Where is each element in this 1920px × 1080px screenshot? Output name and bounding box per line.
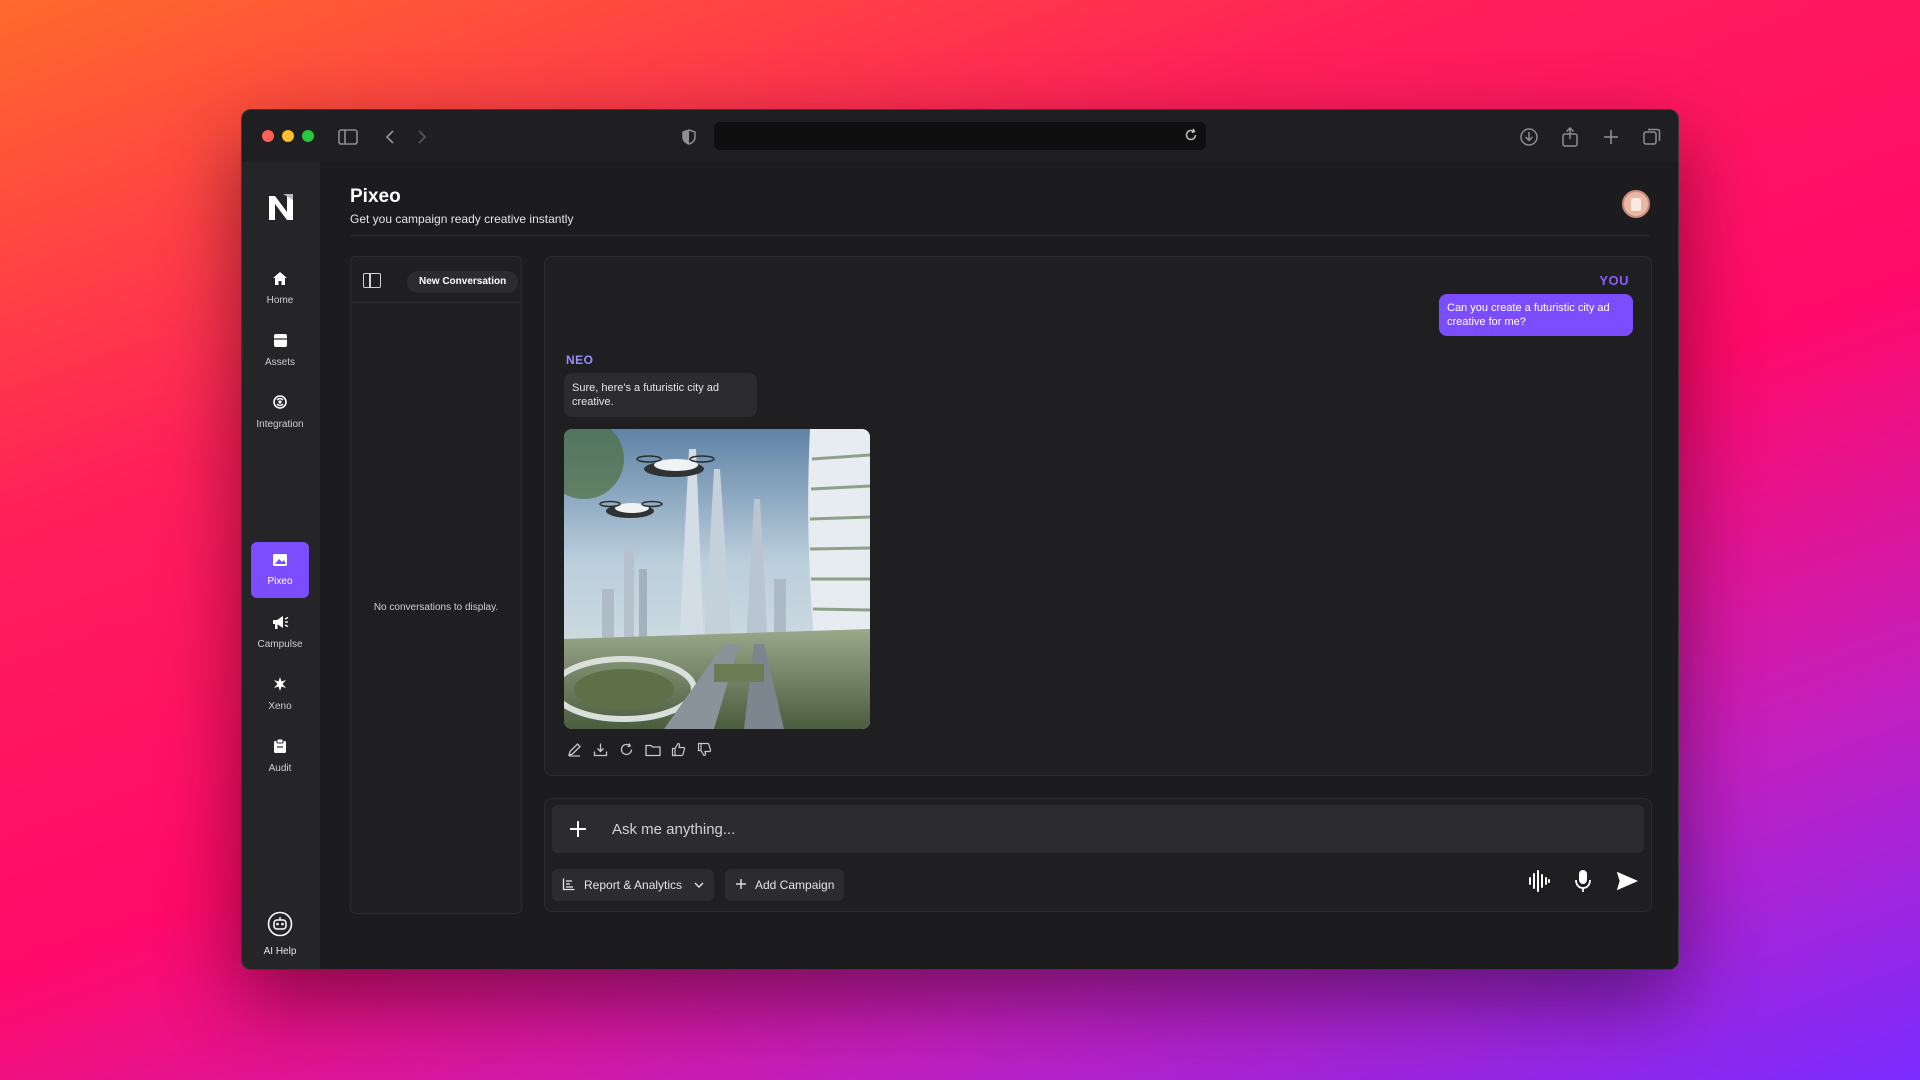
regenerate-icon[interactable] bbox=[618, 741, 635, 758]
chevron-down-icon bbox=[694, 878, 704, 892]
address-bar[interactable] bbox=[714, 122, 1206, 150]
ai-robot-icon bbox=[267, 911, 293, 942]
sidebar-item-label: Xeno bbox=[268, 701, 292, 712]
user-label: YOU bbox=[1599, 273, 1629, 288]
sidebar-item-label: Assets bbox=[264, 356, 295, 368]
composer-tools bbox=[1527, 869, 1639, 893]
sidebar-item-label: Audit bbox=[268, 763, 292, 774]
maximize-window-button[interactable] bbox=[302, 130, 314, 142]
new-tab-icon[interactable] bbox=[1600, 126, 1622, 148]
page-title: Pixeo bbox=[350, 186, 401, 207]
header-divider bbox=[350, 235, 1650, 236]
assistant-label: NEO bbox=[566, 353, 594, 367]
send-icon[interactable] bbox=[1615, 869, 1639, 893]
browser-titlebar bbox=[242, 110, 1678, 162]
ai-help-button[interactable]: AI Help bbox=[251, 906, 309, 962]
avatar[interactable] bbox=[1622, 190, 1650, 218]
chat-panel: YOU Can you create a futuristic city ad … bbox=[544, 256, 1652, 776]
audio-waveform-icon[interactable] bbox=[1527, 869, 1551, 893]
conversation-list-panel: New Conversation No conversations to dis… bbox=[350, 256, 522, 914]
sidebar-item-label: Home bbox=[266, 294, 294, 306]
message-actions bbox=[566, 741, 713, 758]
empty-state-text: No conversations to display. bbox=[373, 602, 499, 613]
chat-input[interactable] bbox=[612, 817, 1212, 841]
plus-icon bbox=[735, 878, 747, 893]
generated-city-image[interactable] bbox=[564, 429, 870, 729]
assistant-message: Sure, here's a futuristic city ad creati… bbox=[564, 373, 757, 417]
attach-plus-icon[interactable] bbox=[566, 817, 590, 841]
sidebar-item-label: Pixeo bbox=[267, 576, 293, 587]
composer-input-row bbox=[552, 805, 1644, 853]
add-campaign-label: Add Campaign bbox=[755, 878, 835, 892]
share-icon[interactable] bbox=[1559, 126, 1581, 148]
sidebar-item-home[interactable]: Home bbox=[251, 260, 309, 316]
minimize-window-button[interactable] bbox=[282, 130, 294, 142]
report-analytics-dropdown[interactable]: Report & Analytics bbox=[552, 869, 715, 901]
app-sidebar: Home Assets Integration Pixeo Campulse X… bbox=[242, 162, 320, 969]
download-icon[interactable] bbox=[592, 741, 609, 758]
sidebar-item-label: Campulse bbox=[257, 638, 303, 650]
back-icon[interactable] bbox=[379, 126, 401, 148]
sidebar-item-pixeo[interactable]: Pixeo bbox=[251, 542, 309, 598]
home-icon bbox=[272, 271, 288, 291]
main-content: Pixeo Get you campaign ready creative in… bbox=[320, 162, 1678, 969]
download-icon[interactable] bbox=[1518, 126, 1540, 148]
user-message: Can you create a futuristic city ad crea… bbox=[1439, 294, 1633, 336]
sidebar-item-assets[interactable]: Assets bbox=[251, 322, 309, 378]
xeno-icon bbox=[272, 676, 288, 697]
page-subtitle: Get you campaign ready creative instantl… bbox=[350, 212, 574, 226]
report-analytics-label: Report & Analytics bbox=[584, 878, 683, 892]
panel-toggle-icon[interactable] bbox=[363, 273, 381, 288]
sidebar-item-campulse[interactable]: Campulse bbox=[251, 604, 309, 660]
integration-icon bbox=[272, 394, 288, 415]
message-composer: Report & Analytics Add Campaign bbox=[544, 798, 1652, 912]
thumbs-down-icon[interactable] bbox=[696, 741, 713, 758]
sidebar-item-label: Integration bbox=[256, 419, 304, 430]
tabs-overview-icon[interactable] bbox=[1641, 126, 1663, 148]
reload-icon[interactable] bbox=[1184, 128, 1198, 147]
sidebar-item-integration[interactable]: Integration bbox=[251, 384, 309, 440]
image-icon bbox=[272, 553, 288, 572]
edit-icon[interactable] bbox=[566, 741, 583, 758]
new-conversation-button[interactable]: New Conversation bbox=[407, 271, 519, 293]
shield-icon[interactable] bbox=[678, 126, 700, 148]
audit-icon bbox=[273, 738, 287, 759]
browser-window: Home Assets Integration Pixeo Campulse X… bbox=[241, 109, 1679, 970]
app-logo bbox=[264, 190, 298, 224]
sidebar-item-xeno[interactable]: Xeno bbox=[251, 666, 309, 722]
megaphone-icon bbox=[271, 615, 289, 635]
close-window-button[interactable] bbox=[262, 130, 274, 142]
add-campaign-button[interactable]: Add Campaign bbox=[725, 869, 845, 901]
sidebar-item-audit[interactable]: Audit bbox=[251, 728, 309, 784]
report-icon bbox=[562, 877, 576, 894]
conversation-list-header: New Conversation bbox=[351, 257, 521, 303]
forward-icon[interactable] bbox=[411, 126, 433, 148]
sidebar-toggle-icon[interactable] bbox=[337, 126, 359, 148]
microphone-icon[interactable] bbox=[1571, 869, 1595, 893]
ai-help-label: AI Help bbox=[263, 946, 297, 957]
window-controls bbox=[262, 130, 314, 142]
assets-icon bbox=[273, 333, 288, 353]
folder-icon[interactable] bbox=[644, 741, 661, 758]
thumbs-up-icon[interactable] bbox=[670, 741, 687, 758]
